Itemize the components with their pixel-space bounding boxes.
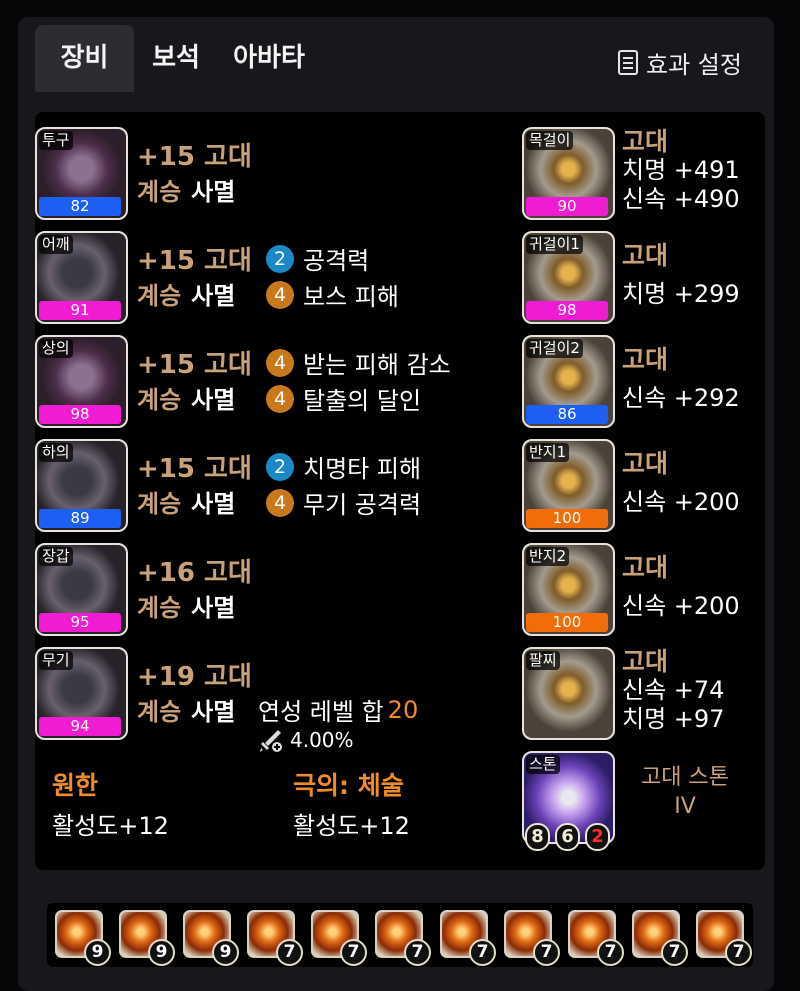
gem-level: 7 (533, 939, 560, 966)
gem-level: 7 (597, 939, 624, 966)
set-effect: 2 공격력 (266, 241, 369, 276)
equip-slot-helmet[interactable]: 투구 82 (35, 127, 128, 220)
equip-level: +15 고대 (137, 246, 252, 276)
slot-label: 귀걸이2 (526, 339, 583, 358)
engraving-value: 활성도+12 (293, 812, 410, 840)
slot-label: 무기 (39, 651, 73, 670)
quality-bar: 100 (526, 613, 608, 632)
quality-bar: 95 (39, 613, 121, 632)
equip-set: 계승 사멸 (137, 386, 236, 414)
quality-bar: 98 (39, 405, 121, 424)
slot-label: 투구 (39, 131, 73, 150)
stone-node: 6 (555, 823, 580, 851)
accessory-info: 고대 신속 +200 (622, 449, 740, 516)
equip-set: 계승 사멸 (137, 594, 236, 622)
accessory-info: 고대 신속 +200 (622, 553, 740, 620)
stone-node: 2 (585, 823, 610, 851)
effect-count: 2 (266, 244, 294, 273)
slot-label: 어깨 (39, 235, 73, 254)
effect-count: 2 (266, 452, 294, 481)
tab-equipment[interactable]: 장비 (35, 25, 134, 92)
slot-label: 목걸이 (526, 131, 574, 150)
equip-slot-weapon[interactable]: 무기 94 (35, 647, 128, 740)
document-icon (618, 50, 638, 75)
effect-settings-label: 효과 설정 (646, 51, 742, 79)
gem-level: 7 (725, 939, 752, 966)
accessory-info: 고대 치명 +491 신속 +490 (622, 127, 740, 213)
equip-slot-gloves[interactable]: 장갑 95 (35, 543, 128, 636)
accessory-slot-ring1[interactable]: 반지1 100 (522, 439, 615, 532)
slot-label: 반지1 (526, 443, 570, 462)
slot-label: 하의 (39, 443, 73, 462)
set-effect: 4 무기 공격력 (266, 485, 421, 520)
quality-bar: 98 (526, 301, 608, 320)
effect-count: 4 (266, 488, 294, 517)
accessory-info: 고대 신속 +74 치명 +97 (622, 647, 725, 733)
accessory-info: 고대 치명 +299 (622, 241, 740, 308)
slot-label: 장갑 (39, 547, 73, 566)
equip-level: +15 고대 (137, 454, 252, 484)
slot-label: 상의 (39, 339, 73, 358)
quality-bar: 100 (526, 509, 608, 528)
quality-bar: 89 (39, 509, 121, 528)
gem-level: 7 (340, 939, 367, 966)
equip-level: +19 고대 (137, 662, 252, 692)
set-effect: 4 받는 피해 감소 (266, 345, 451, 380)
accessory-slot-bracelet[interactable]: 팔찌 (522, 647, 615, 740)
accessory-info: 고대 신속 +292 (622, 345, 740, 412)
equip-set: 계승 사멸 (137, 698, 236, 726)
tab-avatar[interactable]: 아바타 (224, 25, 314, 92)
quality-bar: 90 (526, 197, 608, 216)
equip-level: +16 고대 (137, 558, 252, 588)
equip-level: +15 고대 (137, 350, 252, 380)
effect-count: 4 (266, 280, 294, 309)
equip-set: 계승 사멸 (137, 178, 236, 206)
engraving-name: 극의: 체술 (293, 771, 404, 800)
sword-icon (260, 730, 282, 752)
effect-settings-button[interactable]: 효과 설정 (618, 45, 742, 80)
gem-level: 9 (148, 939, 175, 966)
quality-bar: 91 (39, 301, 121, 320)
accessory-slot-earring1[interactable]: 귀걸이1 98 (522, 231, 615, 324)
stone-label: 고대 스톤 IV (641, 765, 729, 819)
slot-label: 반지2 (526, 547, 570, 566)
gem-level: 7 (469, 939, 496, 966)
elixir-level-sum: 연성 레벨 합 20 (258, 695, 419, 727)
equip-set: 계승 사멸 (137, 490, 236, 518)
quality-bar: 94 (39, 717, 121, 736)
quality-bar: 86 (526, 405, 608, 424)
slot-label: 귀걸이1 (526, 235, 583, 254)
equip-slot-chest[interactable]: 상의 98 (35, 335, 128, 428)
stone-node: 8 (525, 823, 550, 851)
gem-level: 9 (84, 939, 111, 966)
gem-level: 7 (661, 939, 688, 966)
accessory-slot-earring2[interactable]: 귀걸이2 86 (522, 335, 615, 428)
tab-gems[interactable]: 보석 (141, 25, 211, 92)
engraving-value: 활성도+12 (52, 812, 169, 840)
set-effect: 4 탈출의 달인 (266, 381, 421, 416)
accessory-slot-ring2[interactable]: 반지2 100 (522, 543, 615, 636)
effect-count: 4 (266, 384, 294, 413)
equip-set: 계승 사멸 (137, 282, 236, 310)
accessory-slot-necklace[interactable]: 목걸이 90 (522, 127, 615, 220)
slot-label: 스톤 (526, 755, 560, 774)
gem-level: 7 (404, 939, 431, 966)
quality-bar: 82 (39, 197, 121, 216)
equip-slot-pants[interactable]: 하의 89 (35, 439, 128, 532)
elixir-percent: 4.00% (258, 727, 354, 753)
slot-label: 팔찌 (526, 651, 560, 670)
effect-count: 4 (266, 348, 294, 377)
gem-level: 7 (276, 939, 303, 966)
equip-level: +15 고대 (137, 142, 252, 172)
set-effect: 2 치명타 피해 (266, 449, 421, 484)
gem-level: 9 (212, 939, 239, 966)
equip-slot-shoulder[interactable]: 어깨 91 (35, 231, 128, 324)
engraving-name: 원한 (52, 771, 99, 800)
set-effect: 4 보스 피해 (266, 277, 399, 312)
